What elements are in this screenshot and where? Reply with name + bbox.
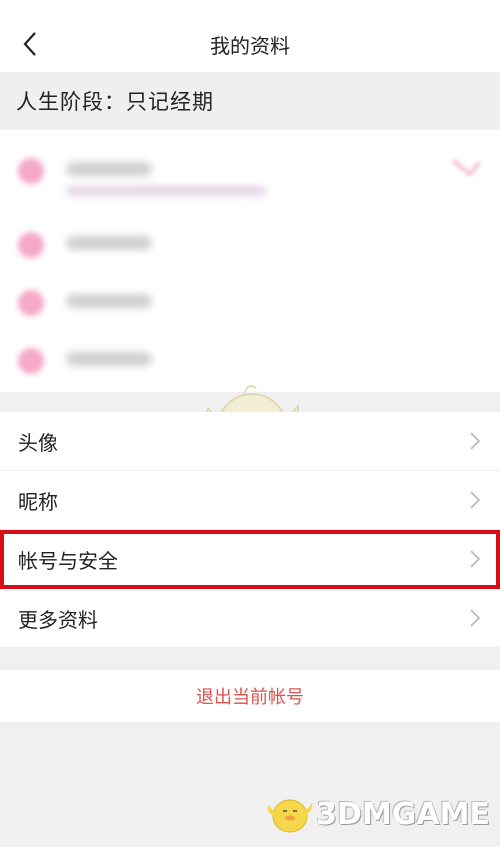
stage-option-text [66,162,152,176]
menu-item-label: 帐号与安全 [18,548,118,573]
stage-option-icon [18,158,44,184]
stage-option-3[interactable] [0,272,500,330]
stage-option-text [66,294,152,308]
stage-options-blurred [0,130,500,392]
life-stage-bar[interactable]: 人生阶段：只记经期 [0,72,500,130]
stage-option-text [66,352,152,366]
stage-option-2[interactable] [0,214,500,272]
watermark-text: 3DMGAME [316,796,490,832]
chevron-right-icon [470,432,481,450]
stage-option-subtext [66,186,266,196]
chevron-right-icon [470,491,481,509]
profile-menu: 头像 昵称 帐号与安全 更多资料 [0,412,500,647]
chevron-right-icon [470,550,481,568]
stage-option-icon [18,348,44,374]
site-watermark: 3DMGAME [264,791,490,837]
menu-item-avatar[interactable]: 头像 [0,412,500,471]
logout-button[interactable]: 退出当前帐号 [0,670,500,722]
stage-option-icon [18,232,44,258]
page-title: 我的资料 [210,34,290,58]
menu-item-account-security[interactable]: 帐号与安全 [0,530,500,589]
mascot-logo-icon [267,799,313,833]
life-stage-label: 人生阶段：只记经期 [16,90,214,114]
menu-item-label: 更多资料 [18,607,98,632]
menu-item-label: 昵称 [18,489,58,514]
chevron-right-icon [470,609,481,627]
check-icon [452,148,481,177]
menu-item-nickname[interactable]: 昵称 [0,471,500,530]
logout-label: 退出当前帐号 [196,687,304,708]
menu-item-more-info[interactable]: 更多资料 [0,589,500,647]
stage-option-1[interactable] [0,140,500,198]
stage-option-icon [18,290,44,316]
menu-item-label: 头像 [18,430,58,455]
stage-option-text [66,236,152,250]
